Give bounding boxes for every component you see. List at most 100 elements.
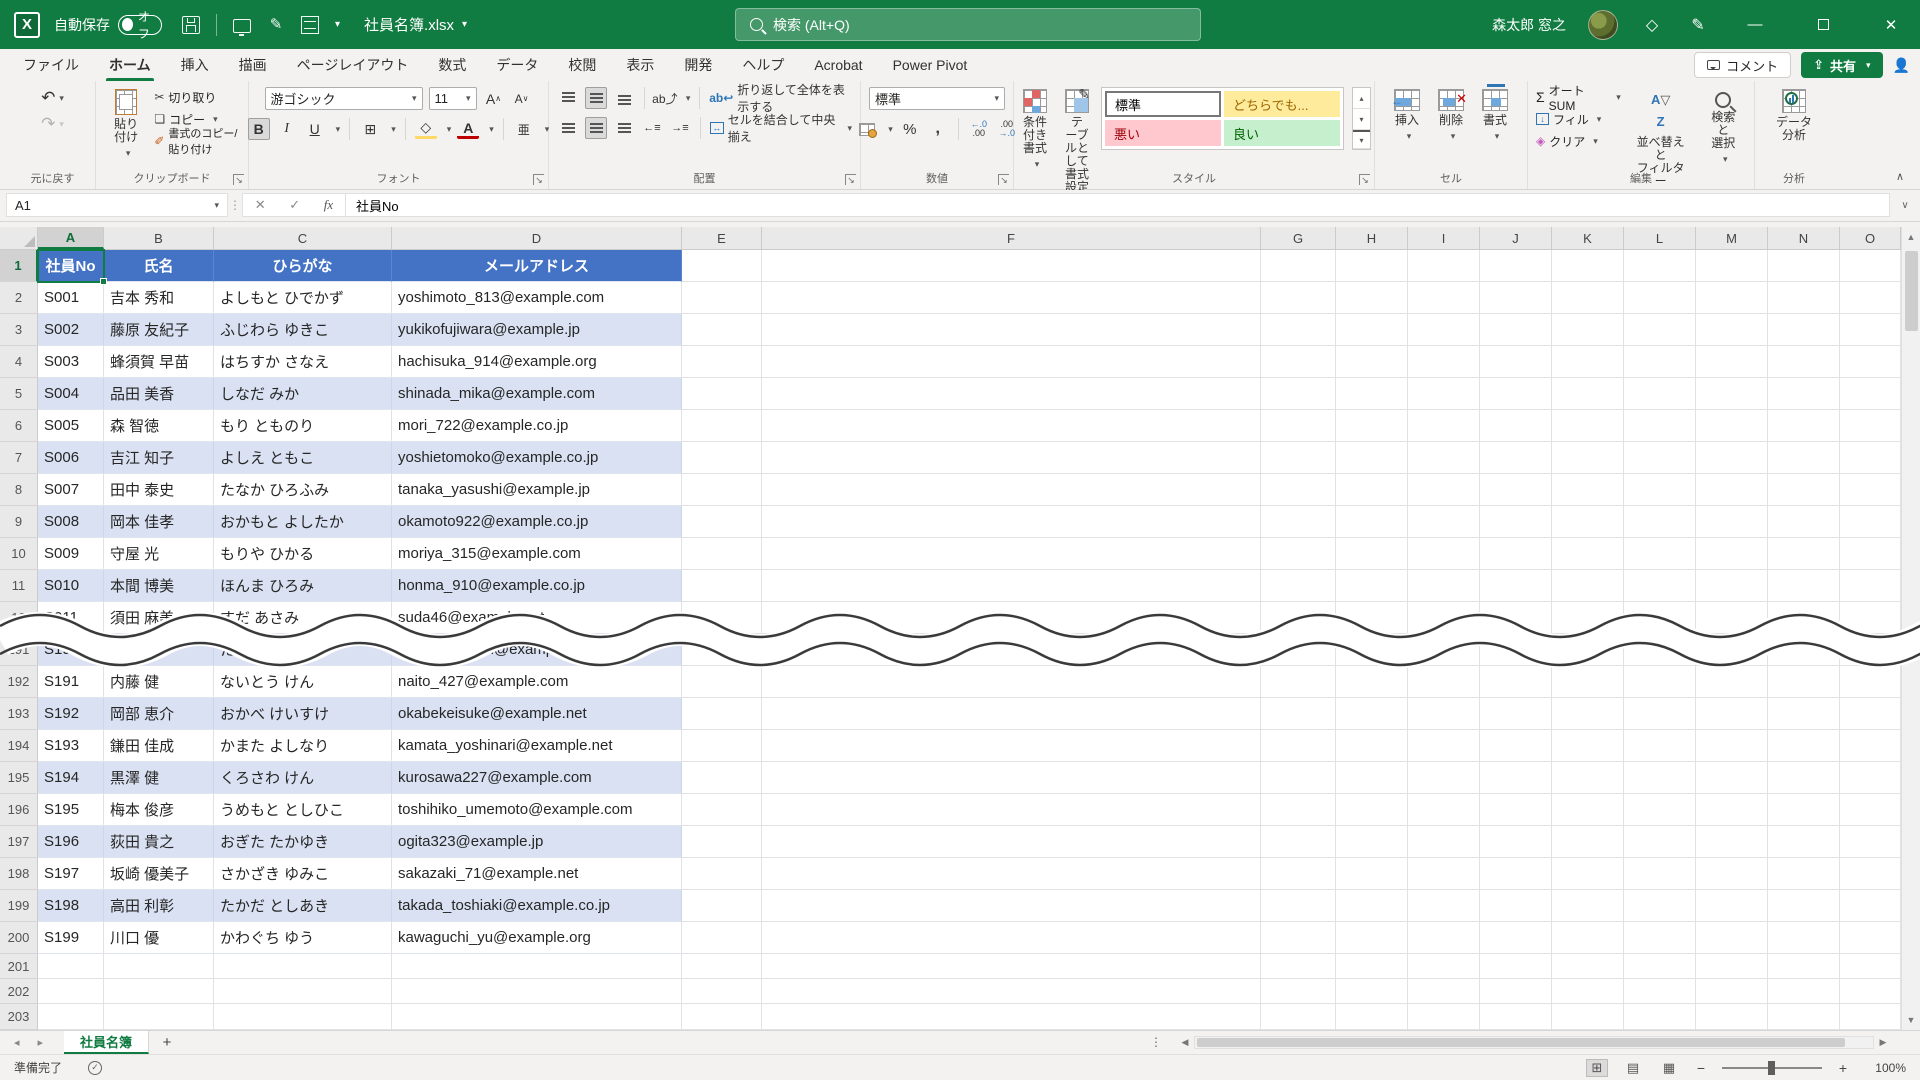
- cell-K3[interactable]: [1552, 314, 1624, 346]
- cell-N11[interactable]: [1768, 570, 1840, 602]
- row-header-196[interactable]: 196: [0, 794, 38, 826]
- column-header-L[interactable]: L: [1624, 227, 1696, 249]
- share-button[interactable]: ⇪ 共有 ▾: [1801, 52, 1883, 78]
- cell-G9[interactable]: [1261, 506, 1336, 538]
- row-header-5[interactable]: 5: [0, 378, 38, 410]
- cell-G197[interactable]: [1261, 826, 1336, 858]
- row-header-12[interactable]: 12: [0, 602, 38, 634]
- cell-N196[interactable]: [1768, 794, 1840, 826]
- cell-L195[interactable]: [1624, 762, 1696, 794]
- cell-L9[interactable]: [1624, 506, 1696, 538]
- cell-D6[interactable]: mori_722@example.co.jp: [392, 410, 682, 442]
- cell-M191[interactable]: [1696, 634, 1768, 666]
- cell-E197[interactable]: [682, 826, 762, 858]
- cell-B201[interactable]: [104, 954, 214, 979]
- align-bottom-button[interactable]: [613, 87, 635, 109]
- cell-J8[interactable]: [1480, 474, 1552, 506]
- cell-M200[interactable]: [1696, 922, 1768, 954]
- cell-G194[interactable]: [1261, 730, 1336, 762]
- cell-F196[interactable]: [762, 794, 1261, 826]
- collapse-ribbon-icon[interactable]: ∧: [1896, 170, 1904, 183]
- cell-L200[interactable]: [1624, 922, 1696, 954]
- cell-A194[interactable]: S193: [38, 730, 104, 762]
- cell-F197[interactable]: [762, 826, 1261, 858]
- cell-M197[interactable]: [1696, 826, 1768, 858]
- cut-button[interactable]: ✂ 切り取り: [154, 87, 216, 107]
- cell-G199[interactable]: [1261, 890, 1336, 922]
- cell-E199[interactable]: [682, 890, 762, 922]
- row-header-194[interactable]: 194: [0, 730, 38, 762]
- column-header-C[interactable]: C: [214, 227, 392, 249]
- cell-C202[interactable]: [214, 979, 392, 1004]
- number-dialog-launcher[interactable]: ↘: [998, 174, 1009, 185]
- page-layout-view-button[interactable]: ▤: [1622, 1059, 1644, 1077]
- cell-C8[interactable]: たなか ひろふみ: [214, 474, 392, 506]
- cell-F1[interactable]: [762, 250, 1261, 282]
- underline-chevron-icon[interactable]: ▾: [336, 124, 341, 135]
- orientation-chevron-icon[interactable]: ▾: [686, 93, 691, 104]
- page-break-view-button[interactable]: ▦: [1658, 1059, 1680, 1077]
- cell-B1[interactable]: 氏名: [104, 250, 214, 282]
- cell-H197[interactable]: [1336, 826, 1408, 858]
- cell-N199[interactable]: [1768, 890, 1840, 922]
- cell-L199[interactable]: [1624, 890, 1696, 922]
- cell-N12[interactable]: [1768, 602, 1840, 634]
- cell-J191[interactable]: [1480, 634, 1552, 666]
- horizontal-scrollbar-thumb[interactable]: [1197, 1037, 1845, 1047]
- cell-N8[interactable]: [1768, 474, 1840, 506]
- format-cells-button[interactable]: 書式 ▾: [1476, 84, 1514, 145]
- cell-style-どちらでも...[interactable]: どちらでも...: [1224, 91, 1340, 117]
- align-middle-button[interactable]: [585, 87, 607, 109]
- cell-A5[interactable]: S004: [38, 378, 104, 410]
- cell-C1[interactable]: ひらがな: [214, 250, 392, 282]
- cell-J195[interactable]: [1480, 762, 1552, 794]
- cell-F191[interactable]: [762, 634, 1261, 666]
- gallery-down-icon[interactable]: ▾: [1353, 109, 1370, 130]
- cell-N5[interactable]: [1768, 378, 1840, 410]
- cell-O192[interactable]: [1840, 666, 1901, 698]
- cell-D197[interactable]: ogita323@example.jp: [392, 826, 682, 858]
- cell-J1[interactable]: [1480, 250, 1552, 282]
- cell-I203[interactable]: [1408, 1004, 1480, 1030]
- cell-J193[interactable]: [1480, 698, 1552, 730]
- cell-N3[interactable]: [1768, 314, 1840, 346]
- cell-G202[interactable]: [1261, 979, 1336, 1004]
- cell-M198[interactable]: [1696, 858, 1768, 890]
- scroll-left-icon[interactable]: ◀: [1176, 1037, 1194, 1048]
- cell-G11[interactable]: [1261, 570, 1336, 602]
- cell-L191[interactable]: [1624, 634, 1696, 666]
- cell-H4[interactable]: [1336, 346, 1408, 378]
- cell-G201[interactable]: [1261, 954, 1336, 979]
- cell-A9[interactable]: S008: [38, 506, 104, 538]
- cell-D194[interactable]: kamata_yoshinari@example.net: [392, 730, 682, 762]
- cell-C196[interactable]: うめもと としひこ: [214, 794, 392, 826]
- cell-D201[interactable]: [392, 954, 682, 979]
- cell-I194[interactable]: [1408, 730, 1480, 762]
- ribbon-tab-ファイル[interactable]: ファイル: [8, 49, 94, 81]
- cell-N194[interactable]: [1768, 730, 1840, 762]
- cell-K199[interactable]: [1552, 890, 1624, 922]
- cell-K198[interactable]: [1552, 858, 1624, 890]
- column-header-B[interactable]: B: [104, 227, 214, 249]
- cell-B192[interactable]: 内藤 健: [104, 666, 214, 698]
- cell-M199[interactable]: [1696, 890, 1768, 922]
- ribbon-tab-ヘルプ[interactable]: ヘルプ: [727, 49, 799, 81]
- ribbon-tab-データ[interactable]: データ: [481, 49, 553, 81]
- cell-E9[interactable]: [682, 506, 762, 538]
- cell-J6[interactable]: [1480, 410, 1552, 442]
- cell-A200[interactable]: S199: [38, 922, 104, 954]
- cell-D195[interactable]: kurosawa227@example.com: [392, 762, 682, 794]
- qat-table-icon[interactable]: [301, 15, 319, 34]
- cell-C199[interactable]: たかだ としあき: [214, 890, 392, 922]
- cell-E193[interactable]: [682, 698, 762, 730]
- cell-I10[interactable]: [1408, 538, 1480, 570]
- cell-E2[interactable]: [682, 282, 762, 314]
- cell-D3[interactable]: yukikofujiwara@example.jp: [392, 314, 682, 346]
- cell-J7[interactable]: [1480, 442, 1552, 474]
- row-header-192[interactable]: 192: [0, 666, 38, 698]
- cell-N191[interactable]: [1768, 634, 1840, 666]
- cell-B199[interactable]: 高田 利彰: [104, 890, 214, 922]
- cell-F199[interactable]: [762, 890, 1261, 922]
- redo-button[interactable]: ↷ ▾: [41, 113, 64, 135]
- row-header-199[interactable]: 199: [0, 890, 38, 922]
